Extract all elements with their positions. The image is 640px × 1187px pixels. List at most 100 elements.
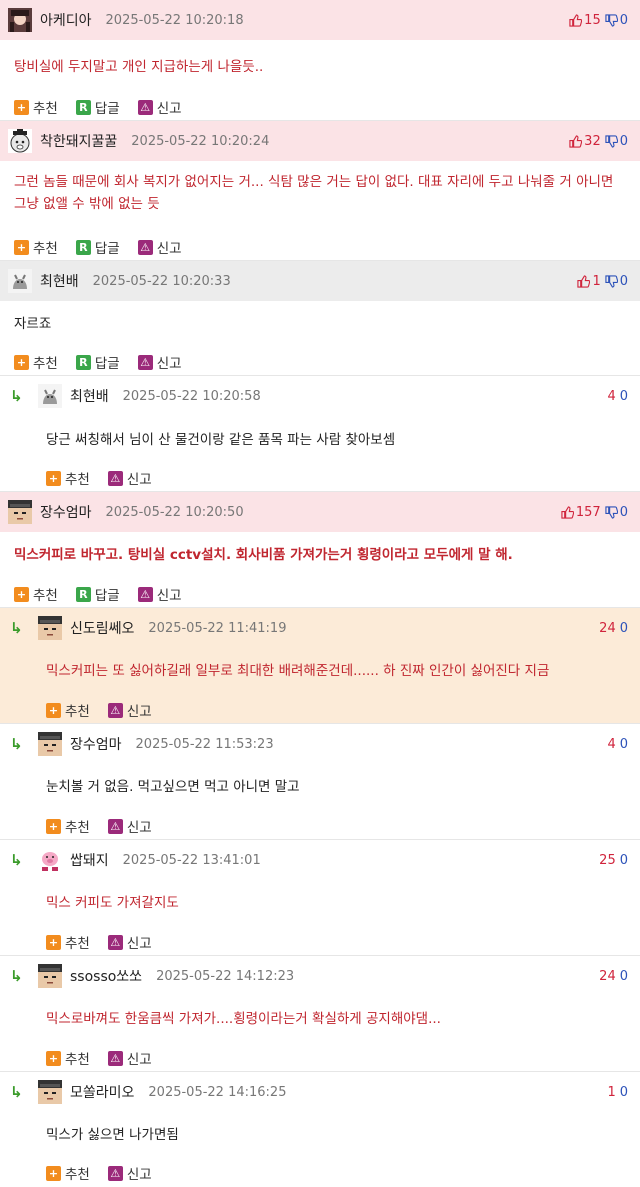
comment-header: 장수엄마 2025-05-22 10:20:50 157 0 [0,492,640,532]
avatar[interactable] [38,964,62,988]
avatar[interactable] [8,8,32,32]
comment-author[interactable]: 모쏠라미오 [70,1082,134,1102]
vote-counts: 1 0 [607,1072,628,1112]
downvote-count[interactable]: 0 [620,853,628,868]
upvote-count[interactable]: 4 [607,389,615,404]
avatar[interactable] [38,384,62,408]
comment-author[interactable]: 신도림쎄오 [70,618,134,638]
comment-author[interactable]: ssosso쏘쏘 [70,966,142,986]
reply-icon: R [75,239,91,255]
recommend-button[interactable]: + 추천 [14,352,58,372]
report-button[interactable]: ⚠ 신고 [107,816,152,836]
report-button[interactable]: ⚠ 신고 [107,468,152,488]
downvote[interactable]: 0 [605,505,628,520]
recommend-button[interactable]: + 추천 [46,1163,90,1183]
downvote[interactable]: 0 [605,13,628,28]
plus-icon: + [14,239,29,255]
upvote[interactable]: 32 [569,134,601,149]
reply-button[interactable]: R 답글 [75,237,120,257]
downvote-count[interactable]: 0 [620,621,628,636]
comment-header: ↳ 신도림쎄오 2025-05-22 11:41:19 24 0 [0,608,640,648]
comment-author[interactable]: 아케디아 [40,10,92,30]
upvote[interactable]: 1 [577,274,601,289]
comment-author[interactable]: 장수엄마 [40,502,92,522]
reply-label: 답글 [94,241,120,257]
reply-button[interactable]: R 답글 [75,97,120,117]
downvote-count[interactable]: 0 [620,737,628,752]
reply-item: ↳ 최현배 2025-05-22 10:20:58 4 0 당근 써칭해서 님이… [0,376,640,492]
report-button[interactable]: ⚠ 신고 [137,97,182,117]
thumbs-up-icon [561,505,574,519]
recommend-button[interactable]: + 추천 [46,468,90,488]
comment-actions: + 추천 ⚠ 신고 [0,1044,640,1072]
report-label: 신고 [126,1052,152,1068]
upvote-count[interactable]: 24 [599,621,616,636]
report-button[interactable]: ⚠ 신고 [137,237,182,257]
report-button[interactable]: ⚠ 신고 [137,584,182,604]
downvote[interactable]: 0 [605,134,628,149]
thumbs-up-icon [569,134,583,148]
comment-author[interactable]: 쌉돼지 [70,850,109,870]
vote-counts: 15 0 [569,0,628,40]
recommend-button[interactable]: + 추천 [46,932,90,952]
report-label: 신고 [156,241,182,257]
upvote[interactable]: 15 [569,13,601,28]
comment-text: 믹스로바껴도 한움큼씩 가져가....횡령이라는거 확실하게 공지해야댐... [46,1011,441,1027]
avatar[interactable] [38,1080,62,1104]
plus-icon: + [14,586,29,602]
report-button[interactable]: ⚠ 신고 [107,932,152,952]
comment-author[interactable]: 최현배 [40,271,79,291]
comment-header: ↳ 모쏠라미오 2025-05-22 14:16:25 1 0 [0,1072,640,1112]
vote-counts: 4 0 [607,376,628,416]
comment-text: 탕비실에 두지말고 개인 지급하는게 나을듯.. [14,59,264,75]
recommend-label: 추천 [65,820,90,836]
avatar[interactable] [38,616,62,640]
upvote-count[interactable]: 25 [599,853,616,868]
comment-actions: + 추천 R 답글 ⚠ 신고 [0,348,640,376]
recommend-button[interactable]: + 추천 [46,700,90,720]
upvote-count[interactable]: 24 [599,969,616,984]
report-button[interactable]: ⚠ 신고 [137,352,182,372]
downvote[interactable]: 0 [605,274,628,289]
reply-button[interactable]: R 답글 [75,352,120,372]
downvote-count[interactable]: 0 [620,969,628,984]
avatar[interactable] [38,848,62,872]
recommend-button[interactable]: + 추천 [46,816,90,836]
recommend-button[interactable]: + 추천 [14,97,58,117]
reply-button[interactable]: R 답글 [75,584,120,604]
comment-date: 2025-05-22 14:12:23 [156,968,295,984]
report-label: 신고 [126,704,152,720]
recommend-button[interactable]: + 추천 [14,237,58,257]
comment-actions: + 추천 ⚠ 신고 [0,928,640,956]
recommend-button[interactable]: + 추천 [14,584,58,604]
vote-counts: 157 0 [561,492,628,532]
downvote-count[interactable]: 0 [620,1085,628,1100]
report-icon: ⚠ [107,1165,123,1181]
avatar[interactable] [38,732,62,756]
downvote-count[interactable]: 0 [620,389,628,404]
upvote-count: 32 [584,133,601,149]
recommend-button[interactable]: + 추천 [46,1048,90,1068]
comment-author[interactable]: 최현배 [70,386,109,406]
report-button[interactable]: ⚠ 신고 [107,1048,152,1068]
upvote-count[interactable]: 1 [607,1085,615,1100]
report-button[interactable]: ⚠ 신고 [107,1163,152,1183]
report-button[interactable]: ⚠ 신고 [107,700,152,720]
comment-actions: + 추천 R 답글 ⚠ 신고 [0,580,640,608]
upvote[interactable]: 157 [561,505,601,520]
comment-text: 자르죠 [14,316,52,332]
report-label: 신고 [156,588,182,604]
comment-text: 눈치볼 거 없음. 먹고싶으면 먹고 아니면 말고 [46,779,300,795]
reply-arrow-icon: ↳ [10,619,23,637]
upvote-count[interactable]: 4 [607,737,615,752]
thumbs-down-icon [605,274,618,288]
avatar[interactable] [8,500,32,524]
comment-text: 믹스커피는 또 싫어하길래 일부로 최대한 배려해준건데...... 하 진짜 … [46,663,550,679]
recommend-label: 추천 [65,472,90,488]
avatar[interactable] [8,129,32,153]
comment-author[interactable]: 장수엄마 [70,734,122,754]
report-icon: ⚠ [137,586,153,602]
comment-author[interactable]: 착한돼지꿀꿀 [40,131,117,151]
avatar[interactable] [8,269,32,293]
thumbs-up-icon [569,13,583,27]
